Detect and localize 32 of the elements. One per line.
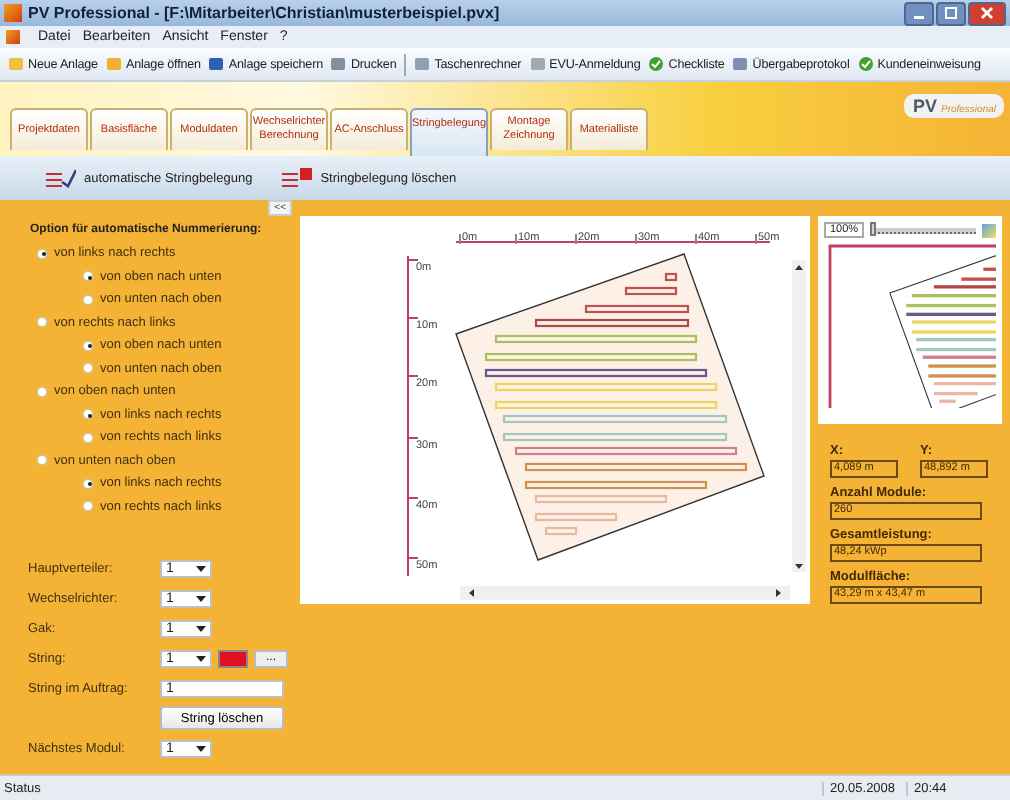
close-button[interactable] bbox=[968, 1, 1006, 25]
dropdown-arrow-icon bbox=[196, 595, 206, 601]
radio-button[interactable] bbox=[82, 500, 94, 513]
radio-button[interactable] bbox=[36, 316, 48, 329]
radio-button[interactable] bbox=[82, 293, 94, 306]
close-icon bbox=[980, 6, 994, 20]
color-swatch[interactable] bbox=[218, 649, 248, 667]
check-circle-icon bbox=[857, 56, 874, 72]
window-title: PV Professional - [F:\Mitarbeiter\Christian\musterbeispiel.pvx] bbox=[28, 4, 502, 22]
radio-button[interactable] bbox=[36, 454, 48, 467]
dropdown-arrow-icon bbox=[196, 745, 206, 751]
image-icon[interactable] bbox=[982, 223, 996, 237]
lines-check-icon bbox=[44, 168, 76, 188]
dropdown-arrow-icon bbox=[196, 565, 206, 571]
radio-button[interactable] bbox=[36, 247, 48, 260]
radio-button[interactable] bbox=[36, 385, 48, 398]
vertical-scrollbar[interactable] bbox=[792, 260, 806, 572]
check-circle-icon bbox=[648, 56, 665, 72]
horizontal-scrollbar[interactable] bbox=[460, 586, 790, 600]
maximize-icon bbox=[944, 6, 958, 20]
dropdown-arrow-icon bbox=[196, 625, 206, 631]
radio-button[interactable] bbox=[82, 477, 94, 490]
radio-button[interactable] bbox=[82, 408, 94, 421]
radio-button[interactable] bbox=[82, 362, 94, 375]
lines-delete-icon bbox=[280, 168, 313, 188]
minimize-button[interactable] bbox=[904, 1, 934, 25]
radio-button[interactable] bbox=[82, 431, 94, 444]
radio-button[interactable] bbox=[82, 270, 94, 283]
zoom-slider[interactable] bbox=[870, 221, 877, 235]
radio-button[interactable] bbox=[82, 339, 94, 352]
dropdown-arrow-icon bbox=[196, 655, 206, 661]
maximize-button[interactable] bbox=[936, 1, 966, 25]
